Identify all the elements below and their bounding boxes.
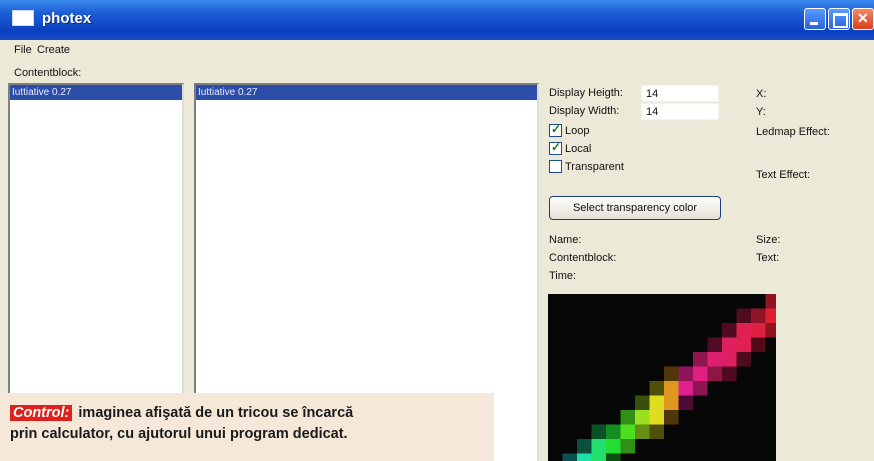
display-height-field[interactable]: 14 [641, 85, 719, 102]
contentblock-info-label: Contentblock: [549, 252, 617, 264]
app-window: photex File Create Contentblock: Iuttiat… [0, 0, 874, 461]
select-transparency-color-button[interactable]: Select transparency color [549, 196, 721, 220]
loop-label: Loop [565, 125, 590, 137]
minimize-button[interactable] [804, 8, 826, 30]
led-preview [548, 294, 776, 461]
menu-bar: File Create [0, 40, 874, 60]
transparent-checkbox[interactable] [549, 160, 562, 173]
title-bar[interactable]: photex [0, 0, 874, 40]
ledmap-effect-label: Ledmap Effect: [756, 126, 830, 138]
figure-caption: Control: imaginea afişată de un tricou s… [0, 393, 494, 461]
maximize-button[interactable] [828, 8, 850, 30]
list-item-selected[interactable]: Iuttiative 0.27 [10, 85, 182, 100]
list-item-selected[interactable]: Iuttiative 0.27 [196, 85, 537, 100]
app-window-icon [12, 10, 34, 26]
caption-line2: prin calculator, cu ajutorul unui progra… [10, 426, 348, 442]
name-label: Name: [549, 234, 582, 246]
window-title: photex [42, 10, 92, 27]
loop-checkbox[interactable] [549, 122, 562, 137]
transparent-label: Transparent [565, 161, 624, 173]
menu-create[interactable]: Create [37, 44, 70, 56]
caption-tag: Control: [10, 405, 73, 421]
caption-line1: imaginea afişată de un tricou se încarcă [78, 405, 354, 421]
size-label: Size: [756, 234, 781, 246]
local-label: Local [565, 143, 592, 155]
menu-file[interactable]: File [14, 44, 32, 56]
display-width-field[interactable]: 14 [641, 103, 719, 120]
x-label: X: [756, 88, 767, 100]
display-height-label: Display Heigth: [549, 87, 623, 99]
time-label: Time: [549, 270, 577, 282]
close-button[interactable] [852, 8, 874, 30]
display-width-label: Display Width: [549, 105, 620, 117]
text-effect-label: Text Effect: [756, 169, 811, 181]
y-label: Y: [756, 106, 766, 118]
text-label: Text: [756, 252, 780, 264]
local-checkbox[interactable] [549, 140, 562, 155]
contentblock-heading: Contentblock: [14, 67, 82, 79]
